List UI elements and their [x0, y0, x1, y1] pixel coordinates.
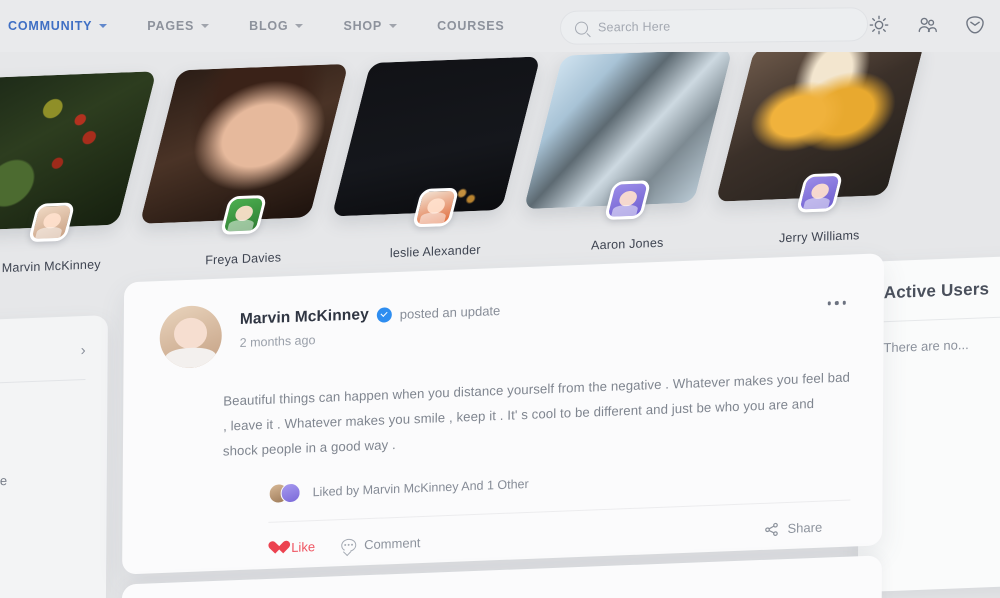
- story-card[interactable]: Freya Davies: [139, 63, 349, 267]
- messages-icon[interactable]: [964, 14, 986, 36]
- share-label: Share: [787, 519, 823, 536]
- sidebar-divider: [0, 378, 86, 388]
- post-actions: Like Comment Share: [268, 519, 850, 556]
- nav-label: COURSES: [437, 19, 505, 33]
- liked-by-text: Liked by Marvin McKinney And 1 Other: [312, 476, 529, 500]
- active-users-title: Active Users: [883, 279, 990, 303]
- chevron-down-icon: [99, 24, 108, 28]
- like-button[interactable]: Like: [268, 539, 315, 556]
- nav-item-pages[interactable]: PAGES: [147, 19, 210, 33]
- nav-label: SHOP: [343, 19, 383, 33]
- nav-label: PAGES: [147, 19, 195, 33]
- story-user-name: Jerry Williams: [778, 228, 860, 246]
- nav-label: BLOG: [249, 19, 289, 33]
- sidebar-item-label: Forum Single: [0, 472, 8, 491]
- story-card[interactable]: leslie Alexander: [331, 56, 541, 260]
- story-card[interactable]: Aaron Jones: [523, 49, 733, 253]
- post-author-avatar[interactable]: [159, 304, 222, 370]
- comment-bubble-icon: [341, 538, 357, 553]
- more-options-icon[interactable]: [827, 300, 846, 305]
- sidebar-section-title: ...UM: [0, 396, 85, 416]
- comment-label: Comment: [364, 535, 421, 553]
- page-perspective-wrapper: Marvin McKinney Freya Davies leslie Alex…: [0, 0, 1000, 598]
- nav-item-community[interactable]: COMMUNITY: [8, 19, 108, 33]
- nav-item-courses[interactable]: COURSES: [437, 19, 504, 33]
- sidebar-item-topic-single[interactable]: Topic Single: [0, 496, 85, 541]
- right-sidebar-divider: [883, 313, 1000, 323]
- sidebar-item-courses[interactable]: ...rses ›: [0, 332, 86, 377]
- nav-item-shop[interactable]: SHOP: [343, 19, 398, 33]
- post-body-text: Beautiful things can happen when you dis…: [222, 369, 851, 459]
- story-card[interactable]: Marvin McKinney: [0, 71, 157, 275]
- active-users-empty-text: There are no...: [883, 336, 969, 356]
- nav-item-blog[interactable]: BLOG: [249, 19, 304, 33]
- heart-icon: [268, 541, 283, 556]
- top-navigation-bar: COMMUNITY PAGES BLOG SHOP COURSES Search…: [0, 0, 1000, 52]
- post-author-name[interactable]: Marvin McKinney: [240, 306, 369, 329]
- post-liked-by: Liked by Marvin McKinney And 1 Other: [268, 462, 851, 504]
- share-icon: [764, 522, 779, 537]
- post-header: Marvin McKinney posted an update 2 month…: [159, 280, 852, 370]
- story-user-name: leslie Alexander: [389, 242, 481, 261]
- header-icon-group: [868, 14, 986, 36]
- story-user-name: Marvin McKinney: [1, 257, 101, 276]
- share-button[interactable]: Share: [764, 520, 822, 537]
- post-action-text: posted an update: [399, 302, 501, 322]
- story-user-name: Freya Davies: [205, 250, 282, 268]
- brightness-icon[interactable]: [868, 14, 890, 36]
- app-window: Marvin McKinney Freya Davies leslie Alex…: [0, 0, 1000, 598]
- search-input[interactable]: Search Here: [598, 20, 670, 35]
- main-menu: COMMUNITY PAGES BLOG SHOP COURSES: [8, 19, 504, 33]
- chevron-down-icon: [389, 24, 398, 28]
- friends-icon[interactable]: [916, 14, 938, 36]
- like-label: Like: [291, 539, 316, 556]
- liked-by-avatars: [268, 482, 303, 504]
- chevron-down-icon: [295, 24, 304, 28]
- search-bar[interactable]: Search Here: [560, 7, 868, 45]
- chevron-down-icon: [201, 24, 210, 28]
- verified-badge-icon: [376, 306, 392, 323]
- nav-label: COMMUNITY: [8, 19, 93, 33]
- post-timestamp: 2 months ago: [239, 333, 316, 351]
- comment-button[interactable]: Comment: [341, 535, 421, 553]
- story-image[interactable]: [0, 71, 157, 232]
- left-sidebar: ...rses › ...UM All Forums Forum Single …: [0, 315, 108, 598]
- post-divider: [268, 499, 851, 523]
- post-card: Marvin McKinney posted an update 2 month…: [122, 253, 885, 575]
- story-card[interactable]: Jerry Williams: [715, 41, 925, 245]
- chevron-right-icon: ›: [80, 341, 86, 360]
- stories-row: Marvin McKinney Freya Davies leslie Alex…: [0, 39, 1000, 279]
- search-icon: [575, 21, 588, 35]
- story-user-name: Aaron Jones: [591, 235, 664, 253]
